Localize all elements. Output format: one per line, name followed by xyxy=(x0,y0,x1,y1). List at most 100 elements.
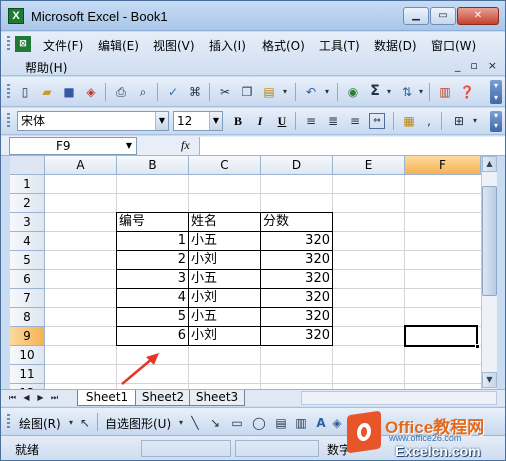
scroll-down-icon[interactable]: ▼ xyxy=(482,372,497,388)
font-size-select[interactable]: 12 ▼ xyxy=(173,111,223,131)
doc-close-button[interactable]: × xyxy=(488,59,497,72)
insert-function-icon[interactable]: fx xyxy=(181,138,190,153)
menu-grip[interactable] xyxy=(7,36,10,52)
restore-button[interactable]: ▭ xyxy=(430,7,456,25)
menu-help[interactable]: 帮助(H) xyxy=(25,59,67,76)
close-button[interactable]: ✕ xyxy=(457,7,499,25)
row-header-11[interactable]: 11 xyxy=(10,365,45,384)
cell-d5[interactable]: 320 xyxy=(261,250,332,269)
menu-window[interactable]: 窗口(W) xyxy=(431,37,476,54)
row-header-3[interactable]: 3 xyxy=(10,213,45,232)
merge-center-icon[interactable]: ⇔ xyxy=(369,113,385,129)
excel-app-icon[interactable]: X xyxy=(8,8,24,24)
scroll-up-icon[interactable]: ▲ xyxy=(482,156,497,172)
align-center-icon[interactable]: ≣ xyxy=(325,113,341,129)
oval-icon[interactable]: ◯ xyxy=(251,415,267,431)
menu-edit[interactable]: 编辑(E) xyxy=(98,37,139,54)
rectangle-icon[interactable]: ▭ xyxy=(229,415,245,431)
toolbar-options-icon[interactable]: ▾ ▾ xyxy=(490,111,502,132)
underline-button[interactable]: U xyxy=(273,112,291,130)
row-header-8[interactable]: 8 xyxy=(10,308,45,327)
cell-c3[interactable]: 姓名 xyxy=(189,212,260,231)
name-box[interactable]: F9 ▼ xyxy=(9,137,137,155)
sort-dropdown-icon[interactable]: ▾ xyxy=(413,84,429,100)
cell-d6[interactable]: 320 xyxy=(261,269,332,288)
spelling-icon[interactable]: ✓ xyxy=(165,84,181,100)
paste-dropdown-icon[interactable]: ▾ xyxy=(277,84,293,100)
row-header-10[interactable]: 10 xyxy=(10,346,45,365)
active-cell-f9[interactable] xyxy=(404,325,480,349)
cell-d3[interactable]: 分数 xyxy=(261,212,332,231)
sheet-tab-sheet3[interactable]: Sheet3 xyxy=(189,390,245,406)
cell-b5[interactable]: 2 xyxy=(117,250,188,269)
column-header-a[interactable]: A xyxy=(45,156,117,175)
doc-restore-button[interactable]: ▫ xyxy=(470,59,477,72)
sheet-tab-sheet2[interactable]: Sheet2 xyxy=(135,390,191,406)
cell-c6[interactable]: 小五 xyxy=(189,269,260,288)
cell-b6[interactable]: 3 xyxy=(117,269,188,288)
cut-icon[interactable]: ✂ xyxy=(217,84,233,100)
cell-d4[interactable]: 320 xyxy=(261,231,332,250)
select-objects-icon[interactable]: ↖ xyxy=(77,415,93,431)
menu-data[interactable]: 数据(D) xyxy=(374,37,417,54)
cell-b3[interactable]: 编号 xyxy=(117,212,188,231)
column-header-c[interactable]: C xyxy=(189,156,261,175)
autoshapes-button[interactable]: 自选图形(U) xyxy=(105,415,171,432)
borders-icon[interactable]: ⊞ xyxy=(451,113,467,129)
toolbar-grip[interactable] xyxy=(7,113,10,129)
column-header-d[interactable]: D xyxy=(261,156,333,175)
fill-handle[interactable] xyxy=(475,344,480,349)
prev-sheet-icon[interactable]: ◀ xyxy=(21,392,32,404)
column-header-b[interactable]: B xyxy=(117,156,189,175)
vertical-scrollbar[interactable]: ▲ ▼ xyxy=(481,156,497,389)
undo-dropdown-icon[interactable]: ▾ xyxy=(319,84,335,100)
cell-d9[interactable]: 320 xyxy=(261,326,332,345)
formula-input[interactable] xyxy=(199,137,505,155)
menu-view[interactable]: 视图(V) xyxy=(153,37,195,54)
new-icon[interactable]: ▯ xyxy=(17,84,33,100)
toolbar-grip[interactable] xyxy=(7,84,10,100)
chevron-down-icon[interactable]: ▼ xyxy=(209,112,222,130)
vertical-scroll-thumb[interactable] xyxy=(482,186,497,296)
copy-icon[interactable]: ❐ xyxy=(239,84,255,100)
menu-tools[interactable]: 工具(T) xyxy=(319,37,360,54)
select-all-button[interactable] xyxy=(10,156,45,175)
chevron-down-icon[interactable]: ▼ xyxy=(122,138,136,154)
print-preview-icon[interactable]: ⌕ xyxy=(135,84,151,100)
print-icon[interactable]: ⎙ xyxy=(113,84,129,100)
column-header-e[interactable]: E xyxy=(333,156,405,175)
permission-icon[interactable]: ◈ xyxy=(83,84,99,100)
sheet-tab-sheet1[interactable]: Sheet1 xyxy=(77,390,137,406)
row-header-1[interactable]: 1 xyxy=(10,175,45,194)
cell-d8[interactable]: 320 xyxy=(261,307,332,326)
undo-icon[interactable]: ↶ xyxy=(303,84,319,100)
textbox-icon[interactable]: ▤ xyxy=(273,415,289,431)
cell-c9[interactable]: 小刘 xyxy=(189,326,260,345)
open-icon[interactable]: ▰ xyxy=(39,84,55,100)
row-header-2[interactable]: 2 xyxy=(10,194,45,213)
menu-insert[interactable]: 插入(I) xyxy=(209,37,246,54)
row-header-7[interactable]: 7 xyxy=(10,289,45,308)
diagram-icon[interactable]: ◈ xyxy=(329,415,345,431)
row-header-5[interactable]: 5 xyxy=(10,251,45,270)
save-icon[interactable]: ■ xyxy=(61,84,77,100)
toolbar-options-icon[interactable]: ▾ ▾ xyxy=(490,80,502,104)
last-sheet-icon[interactable]: ⏭ xyxy=(49,392,60,404)
line-icon[interactable]: ╲ xyxy=(187,415,203,431)
title-bar[interactable]: X Microsoft Excel - Book1 ▁ ▭ ✕ xyxy=(1,1,505,31)
row-header-9[interactable]: 9 xyxy=(10,327,45,346)
doc-minimize-button[interactable]: _ xyxy=(455,59,461,72)
vertical-textbox-icon[interactable]: ▥ xyxy=(293,415,309,431)
borders-dropdown-icon[interactable]: ▾ xyxy=(467,113,483,129)
cell-b9[interactable]: 6 xyxy=(117,326,188,345)
first-sheet-icon[interactable]: ⏮ xyxy=(7,392,18,404)
wordart-icon[interactable]: A xyxy=(313,415,329,431)
currency-icon[interactable]: ▦ xyxy=(401,113,417,129)
cell-c8[interactable]: 小五 xyxy=(189,307,260,326)
menu-format[interactable]: 格式(O) xyxy=(262,37,305,54)
cell-b8[interactable]: 5 xyxy=(117,307,188,326)
horizontal-scrollbar[interactable] xyxy=(301,391,497,405)
cell-c5[interactable]: 小刘 xyxy=(189,250,260,269)
column-header-f[interactable]: F xyxy=(405,156,481,175)
document-icon[interactable]: ⊠ xyxy=(15,36,31,52)
